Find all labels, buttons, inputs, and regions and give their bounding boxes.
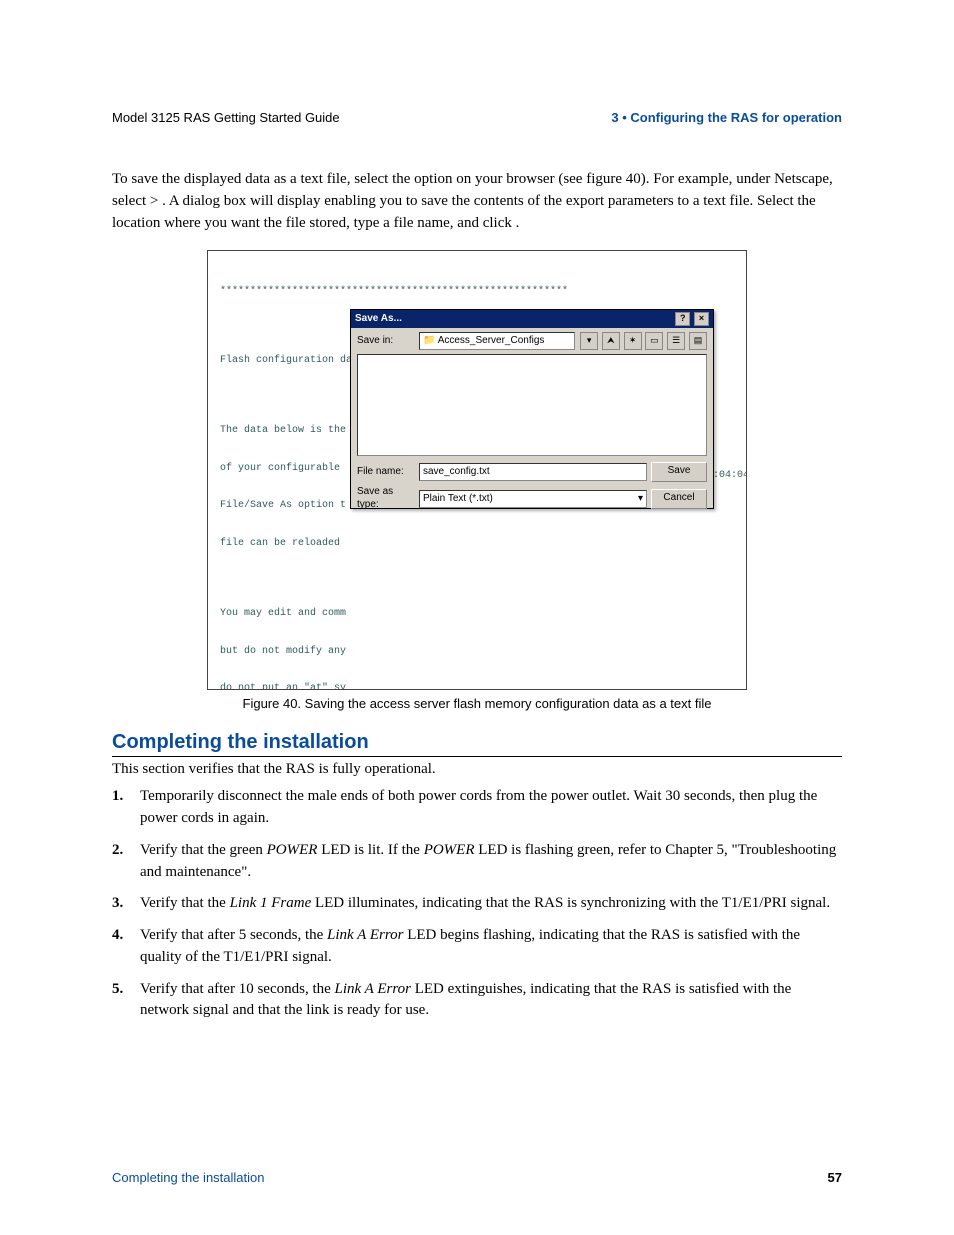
stars: ****************************************…: [220, 286, 734, 299]
step-item: Verify that the green POWER LED is lit. …: [112, 840, 842, 884]
help-icon[interactable]: ?: [675, 312, 690, 326]
section-intro: This section verifies that the RAS is fu…: [112, 761, 842, 778]
dropdown-icon[interactable]: ▾: [580, 332, 598, 350]
term: POWER: [424, 842, 475, 858]
dialog-title: Save As...: [355, 313, 402, 326]
config-text: file can be reloaded: [220, 538, 734, 551]
new-folder-icon[interactable]: ▭: [645, 332, 663, 350]
desktop-icon[interactable]: ✶: [624, 332, 642, 350]
step-text: Temporarily disconnect the male ends of …: [140, 788, 817, 826]
save-button[interactable]: Save: [651, 462, 707, 482]
config-text: You may edit and comm: [220, 608, 734, 621]
intro-paragraph: To save the displayed data as a text fil…: [112, 169, 842, 234]
step-text: LED illuminates, indicating that the RAS…: [311, 895, 830, 911]
step-text: Verify that after 5 seconds, the: [140, 927, 327, 943]
step-text: LED is lit. If the: [317, 842, 423, 858]
figure-caption: Figure 40. Saving the access server flas…: [207, 696, 747, 711]
step-item: Temporarily disconnect the male ends of …: [112, 786, 842, 830]
doc-title: Model 3125 RAS Getting Started Guide: [112, 110, 340, 125]
menu-sep: >: [150, 193, 162, 209]
chevron-down-icon: ▾: [638, 492, 643, 506]
intro-text: To save the displayed data as a text fil…: [112, 171, 414, 187]
up-folder-icon[interactable]: ⮝: [602, 332, 620, 350]
step-text: Verify that the green: [140, 842, 267, 858]
term: Link A Error: [335, 981, 411, 997]
chapter-title: 3 • Configuring the RAS for operation: [611, 110, 842, 125]
term: Link 1 Frame: [230, 895, 312, 911]
step-text: Verify that after 10 seconds, the: [140, 981, 335, 997]
term: POWER: [267, 842, 318, 858]
config-frag: :04:04:04:04: [713, 470, 747, 483]
section-heading: Completing the installation: [112, 731, 842, 757]
step-text: Verify that the: [140, 895, 230, 911]
step-item: Verify that after 5 seconds, the Link A …: [112, 925, 842, 969]
filename-input[interactable]: save_config.txt: [419, 463, 647, 481]
close-icon[interactable]: ×: [694, 312, 709, 326]
intro-text: option on your browser (see figure 40). …: [414, 171, 732, 187]
detail-view-icon[interactable]: ▤: [689, 332, 707, 350]
intro-text: .: [516, 215, 520, 231]
step-item: Verify that the Link 1 Frame LED illumin…: [112, 893, 842, 915]
config-text: but do not modify any: [220, 646, 734, 659]
footer-section: Completing the installation: [112, 1170, 264, 1185]
term: Link A Error: [327, 927, 403, 943]
savein-value: Access_Server_Configs: [438, 335, 545, 346]
page-number: 57: [828, 1170, 842, 1185]
config-text: do not put an "at" sy: [220, 683, 734, 690]
savein-dropdown[interactable]: 📁 Access_Server_Configs: [419, 332, 575, 350]
filename-label: File name:: [357, 466, 415, 479]
saveastype-dropdown[interactable]: Plain Text (*.txt) ▾: [419, 490, 647, 508]
file-listing[interactable]: [357, 354, 707, 456]
intro-text: . A dialog box will display enabling you…: [162, 193, 604, 209]
cancel-button[interactable]: Cancel: [651, 489, 707, 509]
config-export-window: ****************************************…: [207, 250, 747, 690]
savein-label: Save in:: [357, 335, 415, 348]
list-view-icon[interactable]: ☰: [667, 332, 685, 350]
saveastype-label: Save as type:: [357, 486, 415, 511]
type-value: Plain Text (*.txt): [423, 492, 493, 506]
step-item: Verify that after 10 seconds, the Link A…: [112, 979, 842, 1023]
save-as-dialog: Save As... ? × Save in: 📁 Access_Server_…: [350, 309, 714, 509]
